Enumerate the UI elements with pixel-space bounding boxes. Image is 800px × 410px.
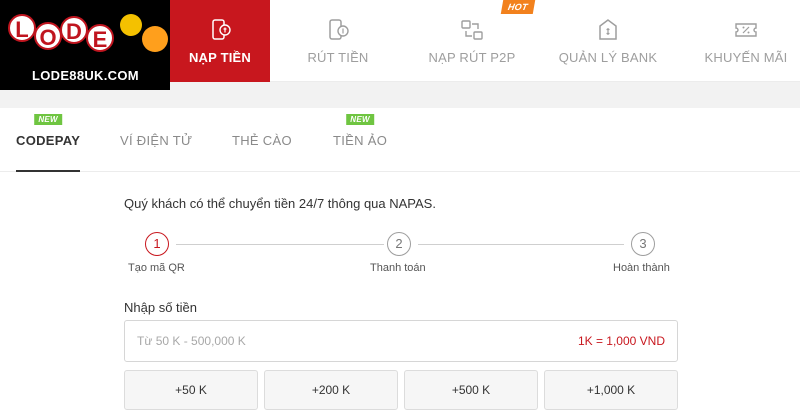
- nav-item-promotion[interactable]: KHUYẾN MÃI: [696, 0, 796, 82]
- nav-label: QUẢN LÝ BANK: [558, 49, 658, 65]
- step-connector: [418, 244, 624, 245]
- p2p-transfer-icon: [461, 19, 483, 40]
- logo-letter-d: D: [60, 16, 88, 44]
- quick-amount-500k-button[interactable]: +500 K: [404, 370, 538, 410]
- logo-letter-l: L: [8, 14, 36, 42]
- amount-label: Nhập số tiền: [124, 300, 197, 315]
- tab-e-wallet[interactable]: VÍ ĐIỆN TỬ: [120, 108, 192, 172]
- step-3-circle: 3: [631, 232, 655, 256]
- phone-withdraw-icon: [329, 18, 349, 40]
- bank-icon: [599, 18, 617, 40]
- hot-badge: HOT: [501, 0, 536, 14]
- logo-site-name: LODE88UK.COM: [32, 68, 139, 83]
- tab-scratch-card[interactable]: THẺ CÀO: [232, 108, 292, 172]
- logo-balls: L O D E: [8, 14, 114, 52]
- promotion-ticket-icon: [735, 22, 757, 37]
- nav-item-bank-management[interactable]: QUẢN LÝ BANK: [556, 0, 660, 82]
- progress-steps: 1 Tạo mã QR 2 Thanh toán 3 Hoàn thành: [124, 232, 680, 282]
- nav-label: KHUYẾN MÃI: [704, 49, 788, 65]
- nav-item-p2p[interactable]: HOT NẠP RÚT P2P: [422, 0, 536, 82]
- tab-label: THẺ CÀO: [232, 132, 292, 148]
- step-2-label: Thanh toán: [370, 262, 426, 274]
- nav-item-deposit[interactable]: NẠP TIỀN: [170, 0, 270, 82]
- new-badge: NEW: [34, 114, 62, 125]
- exchange-rate: 1K = 1,000 VND: [577, 334, 665, 348]
- logo-letter-o: O: [34, 22, 62, 50]
- top-navigation: L O D E LODE88UK.COM NẠP TIỀN RÚT TIỀN H…: [0, 0, 800, 90]
- nav-label: NẠP RÚT P2P: [428, 49, 516, 65]
- lottery-ball-icon: [142, 26, 168, 52]
- step-connector: [176, 244, 384, 245]
- nav-label: NẠP TIỀN: [188, 49, 252, 65]
- quick-amount-200k-button[interactable]: +200 K: [264, 370, 398, 410]
- tab-crypto[interactable]: NEW TIỀN ẢO: [333, 108, 387, 172]
- tab-label: TIỀN ẢO: [333, 132, 388, 148]
- lode88-logo[interactable]: L O D E LODE88UK.COM: [0, 0, 170, 90]
- tab-label: VÍ ĐIỆN TỬ: [120, 132, 193, 148]
- amount-input[interactable]: [137, 321, 517, 361]
- logo-letter-e: E: [86, 24, 114, 52]
- tab-codepay[interactable]: NEW CODEPAY: [16, 108, 81, 172]
- quick-amount-50k-button[interactable]: +50 K: [124, 370, 258, 410]
- tab-label: CODEPAY: [16, 132, 81, 148]
- intro-text: Quý khách có thể chuyển tiền 24/7 thông …: [124, 196, 436, 211]
- quick-amount-1000k-button[interactable]: +1,000 K: [544, 370, 678, 410]
- deposit-method-tabs: NEW CODEPAY VÍ ĐIỆN TỬ THẺ CÀO NEW TIỀN …: [0, 108, 800, 172]
- step-1-label: Tạo mã QR: [128, 262, 185, 274]
- nav-item-withdraw[interactable]: RÚT TIỀN: [288, 0, 388, 82]
- phone-deposit-icon: [212, 18, 231, 40]
- amount-field: 1K = 1,000 VND: [124, 320, 678, 362]
- nav-label: RÚT TIỀN: [307, 49, 369, 65]
- lottery-ball-icon: [120, 14, 142, 36]
- step-2-circle: 2: [387, 232, 411, 256]
- step-1-circle: 1: [145, 232, 169, 256]
- step-3-label: Hoàn thành: [613, 262, 670, 274]
- new-badge: NEW: [346, 114, 374, 125]
